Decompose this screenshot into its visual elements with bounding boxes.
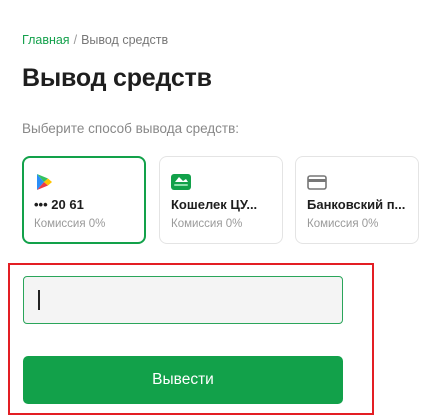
google-play-icon bbox=[37, 174, 52, 190]
wallet-icon bbox=[171, 174, 191, 190]
breadcrumb-current: Вывод средств bbox=[81, 33, 169, 47]
card-fee: Комиссия 0% bbox=[34, 218, 106, 230]
withdraw-button[interactable]: Вывести bbox=[23, 356, 343, 404]
breadcrumb: Главная / Вывод средств bbox=[22, 33, 168, 47]
card-icon bbox=[307, 175, 327, 190]
amount-input[interactable] bbox=[23, 276, 343, 324]
text-cursor bbox=[38, 290, 40, 310]
breadcrumb-home-link[interactable]: Главная bbox=[22, 33, 70, 47]
card-title: Банковский п... bbox=[307, 197, 406, 212]
withdraw-method-card-wallet[interactable]: Кошелек ЦУ... Комиссия 0% bbox=[159, 156, 283, 244]
breadcrumb-separator: / bbox=[73, 33, 78, 47]
card-title: Кошелек ЦУ... bbox=[171, 197, 258, 212]
withdraw-method-card-google-play[interactable]: ••• 20 61 Комиссия 0% bbox=[22, 156, 146, 244]
withdraw-method-card-bank[interactable]: Банковский п... Комиссия 0% bbox=[295, 156, 419, 244]
page-title: Вывод средств bbox=[22, 64, 212, 92]
card-fee: Комиссия 0% bbox=[171, 218, 243, 230]
card-title: ••• 20 61 bbox=[34, 197, 84, 212]
page-subtitle: Выберите способ вывода средств: bbox=[22, 121, 240, 136]
card-fee: Комиссия 0% bbox=[307, 218, 379, 230]
